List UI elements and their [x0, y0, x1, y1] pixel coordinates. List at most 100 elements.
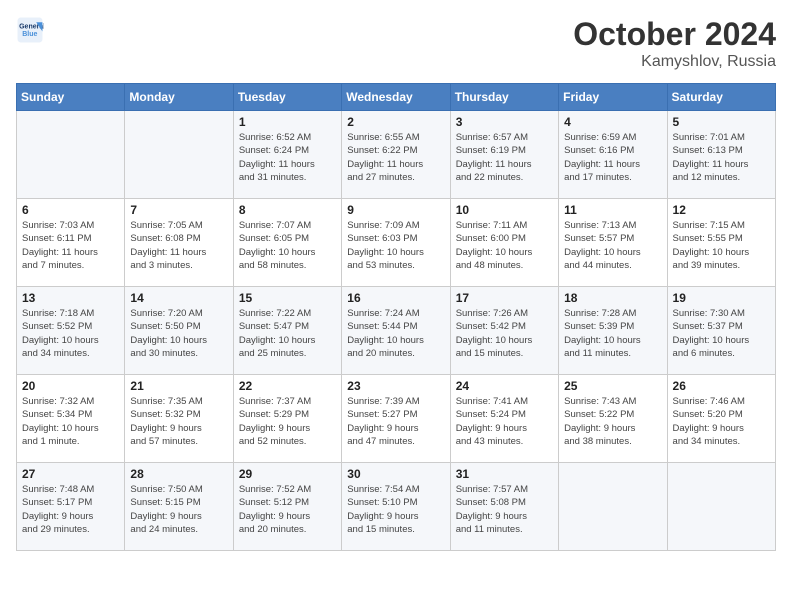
day-info: Sunrise: 7:57 AM Sunset: 5:08 PM Dayligh… [456, 483, 553, 536]
day-info: Sunrise: 7:48 AM Sunset: 5:17 PM Dayligh… [22, 483, 119, 536]
day-info: Sunrise: 7:01 AM Sunset: 6:13 PM Dayligh… [673, 131, 770, 184]
calendar-cell: 7 Sunrise: 7:05 AM Sunset: 6:08 PM Daylig… [125, 199, 233, 287]
calendar-cell: 16 Sunrise: 7:24 AM Sunset: 5:44 PM Dayli… [342, 287, 450, 375]
calendar-cell: 28 Sunrise: 7:50 AM Sunset: 5:15 PM Dayli… [125, 463, 233, 551]
day-info: Sunrise: 7:52 AM Sunset: 5:12 PM Dayligh… [239, 483, 336, 536]
calendar-cell: 9Sunrise: 7:09 AM Sunset: 6:03 PM Daylig… [342, 199, 450, 287]
day-number: 31 [456, 467, 553, 481]
calendar-cell: 10Sunrise: 7:11 AM Sunset: 6:00 PM Dayli… [450, 199, 558, 287]
day-number: 14 [130, 291, 227, 305]
calendar-cell: 21 Sunrise: 7:35 AM Sunset: 5:32 PM Dayli… [125, 375, 233, 463]
day-info: Sunrise: 7:13 AM Sunset: 5:57 PM Dayligh… [564, 219, 661, 272]
calendar-cell [17, 111, 125, 199]
day-info: Sunrise: 7:54 AM Sunset: 5:10 PM Dayligh… [347, 483, 444, 536]
day-info: Sunrise: 7:05 AM Sunset: 6:08 PM Dayligh… [130, 219, 227, 272]
day-info: Sunrise: 7:26 AM Sunset: 5:42 PM Dayligh… [456, 307, 553, 360]
title-block: October 2024 Kamyshlov, Russia [573, 16, 776, 71]
calendar-cell [125, 111, 233, 199]
day-number: 6 [22, 203, 119, 217]
calendar-header: SundayMondayTuesdayWednesdayThursdayFrid… [17, 84, 776, 111]
day-info: Sunrise: 7:46 AM Sunset: 5:20 PM Dayligh… [673, 395, 770, 448]
day-info: Sunrise: 7:35 AM Sunset: 5:32 PM Dayligh… [130, 395, 227, 448]
calendar-cell: 14 Sunrise: 7:20 AM Sunset: 5:50 PM Dayli… [125, 287, 233, 375]
day-number: 5 [673, 115, 770, 129]
day-info: Sunrise: 7:18 AM Sunset: 5:52 PM Dayligh… [22, 307, 119, 360]
day-number: 8 [239, 203, 336, 217]
day-info: Sunrise: 6:52 AM Sunset: 6:24 PM Dayligh… [239, 131, 336, 184]
calendar-cell: 25Sunrise: 7:43 AM Sunset: 5:22 PM Dayli… [559, 375, 667, 463]
day-number: 4 [564, 115, 661, 129]
calendar-cell: 27 Sunrise: 7:48 AM Sunset: 5:17 PM Dayli… [17, 463, 125, 551]
day-number: 11 [564, 203, 661, 217]
day-info: Sunrise: 7:32 AM Sunset: 5:34 PM Dayligh… [22, 395, 119, 448]
calendar-cell: 11 Sunrise: 7:13 AM Sunset: 5:57 PM Dayli… [559, 199, 667, 287]
calendar-cell: 2Sunrise: 6:55 AM Sunset: 6:22 PM Daylig… [342, 111, 450, 199]
calendar-cell: 8 Sunrise: 7:07 AM Sunset: 6:05 PM Daylig… [233, 199, 341, 287]
day-info: Sunrise: 7:22 AM Sunset: 5:47 PM Dayligh… [239, 307, 336, 360]
day-number: 3 [456, 115, 553, 129]
calendar-cell: 19Sunrise: 7:30 AM Sunset: 5:37 PM Dayli… [667, 287, 775, 375]
day-number: 28 [130, 467, 227, 481]
day-number: 21 [130, 379, 227, 393]
calendar-cell: 15Sunrise: 7:22 AM Sunset: 5:47 PM Dayli… [233, 287, 341, 375]
calendar-table: SundayMondayTuesdayWednesdayThursdayFrid… [16, 83, 776, 551]
logo: General Blue [16, 16, 44, 44]
calendar-cell: 4Sunrise: 6:59 AM Sunset: 6:16 PM Daylig… [559, 111, 667, 199]
calendar-cell: 24Sunrise: 7:41 AM Sunset: 5:24 PM Dayli… [450, 375, 558, 463]
day-info: Sunrise: 7:39 AM Sunset: 5:27 PM Dayligh… [347, 395, 444, 448]
svg-text:Blue: Blue [22, 31, 37, 38]
day-info: Sunrise: 7:50 AM Sunset: 5:15 PM Dayligh… [130, 483, 227, 536]
weekday-header-monday: Monday [125, 84, 233, 111]
day-number: 22 [239, 379, 336, 393]
calendar-week-row: 13 Sunrise: 7:18 AM Sunset: 5:52 PM Dayli… [17, 287, 776, 375]
day-number: 20 [22, 379, 119, 393]
day-info: Sunrise: 7:37 AM Sunset: 5:29 PM Dayligh… [239, 395, 336, 448]
day-info: Sunrise: 6:55 AM Sunset: 6:22 PM Dayligh… [347, 131, 444, 184]
day-number: 12 [673, 203, 770, 217]
calendar-week-row: 20 Sunrise: 7:32 AM Sunset: 5:34 PM Dayli… [17, 375, 776, 463]
page-header: General Blue October 2024 Kamyshlov, Rus… [16, 16, 776, 71]
calendar-cell: 20 Sunrise: 7:32 AM Sunset: 5:34 PM Dayli… [17, 375, 125, 463]
day-number: 13 [22, 291, 119, 305]
calendar-cell: 31 Sunrise: 7:57 AM Sunset: 5:08 PM Dayli… [450, 463, 558, 551]
calendar-cell: 26 Sunrise: 7:46 AM Sunset: 5:20 PM Dayli… [667, 375, 775, 463]
weekday-header-tuesday: Tuesday [233, 84, 341, 111]
day-number: 24 [456, 379, 553, 393]
weekday-header-sunday: Sunday [17, 84, 125, 111]
day-number: 26 [673, 379, 770, 393]
month-title: October 2024 [573, 16, 776, 53]
day-number: 23 [347, 379, 444, 393]
day-info: Sunrise: 7:20 AM Sunset: 5:50 PM Dayligh… [130, 307, 227, 360]
day-number: 16 [347, 291, 444, 305]
calendar-cell: 3 Sunrise: 6:57 AM Sunset: 6:19 PM Daylig… [450, 111, 558, 199]
day-number: 27 [22, 467, 119, 481]
weekday-header-friday: Friday [559, 84, 667, 111]
logo-icon: General Blue [16, 16, 44, 44]
day-info: Sunrise: 7:11 AM Sunset: 6:00 PM Dayligh… [456, 219, 553, 272]
calendar-cell: 30 Sunrise: 7:54 AM Sunset: 5:10 PM Dayli… [342, 463, 450, 551]
day-info: Sunrise: 7:03 AM Sunset: 6:11 PM Dayligh… [22, 219, 119, 272]
day-number: 1 [239, 115, 336, 129]
calendar-cell: 22 Sunrise: 7:37 AM Sunset: 5:29 PM Dayli… [233, 375, 341, 463]
calendar-week-row: 6 Sunrise: 7:03 AM Sunset: 6:11 PM Daylig… [17, 199, 776, 287]
day-number: 30 [347, 467, 444, 481]
day-info: Sunrise: 7:15 AM Sunset: 5:55 PM Dayligh… [673, 219, 770, 272]
day-info: Sunrise: 7:28 AM Sunset: 5:39 PM Dayligh… [564, 307, 661, 360]
calendar-cell: 13 Sunrise: 7:18 AM Sunset: 5:52 PM Dayli… [17, 287, 125, 375]
location: Kamyshlov, Russia [573, 53, 776, 71]
weekday-header-thursday: Thursday [450, 84, 558, 111]
calendar-cell: 5 Sunrise: 7:01 AM Sunset: 6:13 PM Daylig… [667, 111, 775, 199]
day-info: Sunrise: 7:24 AM Sunset: 5:44 PM Dayligh… [347, 307, 444, 360]
day-info: Sunrise: 6:57 AM Sunset: 6:19 PM Dayligh… [456, 131, 553, 184]
day-number: 19 [673, 291, 770, 305]
day-number: 7 [130, 203, 227, 217]
day-info: Sunrise: 7:07 AM Sunset: 6:05 PM Dayligh… [239, 219, 336, 272]
calendar-cell: 17Sunrise: 7:26 AM Sunset: 5:42 PM Dayli… [450, 287, 558, 375]
calendar-body: 1 Sunrise: 6:52 AM Sunset: 6:24 PM Daylig… [17, 111, 776, 551]
calendar-cell: 1 Sunrise: 6:52 AM Sunset: 6:24 PM Daylig… [233, 111, 341, 199]
weekday-header-saturday: Saturday [667, 84, 775, 111]
calendar-cell [667, 463, 775, 551]
calendar-cell: 23 Sunrise: 7:39 AM Sunset: 5:27 PM Dayli… [342, 375, 450, 463]
calendar-cell: 12 Sunrise: 7:15 AM Sunset: 5:55 PM Dayli… [667, 199, 775, 287]
day-info: Sunrise: 7:43 AM Sunset: 5:22 PM Dayligh… [564, 395, 661, 448]
